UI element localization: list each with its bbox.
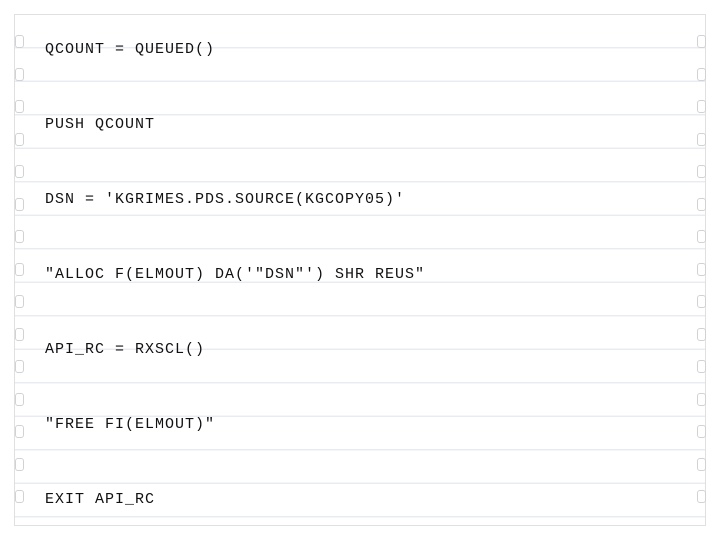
code-line: QCOUNT = QUEUED() [45,33,675,71]
code-line [45,371,675,409]
sprocket-hole [697,295,706,308]
sprocket-hole [15,35,24,48]
sprocket-hole [697,328,706,341]
sprocket-hole [697,263,706,276]
sprocket-hole [697,68,706,81]
sprocket-hole [15,393,24,406]
code-line: "ALLOC F(ELMOUT) DA('"DSN"') SHR REUS" [45,258,675,296]
sprocket-hole [15,230,24,243]
code-line: API_RC = RXSCL() [45,333,675,371]
paper-sheet: QCOUNT = QUEUED() PUSH QCOUNT DSN = 'KGR… [14,14,706,526]
sprocket-hole [697,100,706,113]
sprocket-hole [15,198,24,211]
sprocket-hole [697,490,706,503]
code-line [45,71,675,109]
code-line: PUSH QCOUNT [45,108,675,146]
code-line: "FREE FI(ELMOUT)" [45,408,675,446]
sprocket-hole [15,490,24,503]
sprocket-holes-right [694,15,708,525]
sprocket-hole [15,263,24,276]
code-block: QCOUNT = QUEUED() PUSH QCOUNT DSN = 'KGR… [45,33,675,525]
sprocket-hole [15,295,24,308]
sprocket-hole [15,100,24,113]
sprocket-hole [15,458,24,471]
code-line [45,146,675,184]
sprocket-hole [697,425,706,438]
code-line [45,446,675,484]
sprocket-hole [697,165,706,178]
sprocket-hole [15,133,24,146]
code-line: EXIT API_RC [45,483,675,521]
code-line [45,221,675,259]
sprocket-hole [697,198,706,211]
sprocket-hole [697,458,706,471]
sprocket-hole [697,360,706,373]
sprocket-hole [697,230,706,243]
sprocket-hole [15,360,24,373]
sprocket-hole [15,165,24,178]
sprocket-holes-left [12,15,26,525]
code-line [45,296,675,334]
sprocket-hole [697,393,706,406]
sprocket-hole [15,328,24,341]
sprocket-hole [15,425,24,438]
code-line: DSN = 'KGRIMES.PDS.SOURCE(KGCOPY05)' [45,183,675,221]
sprocket-hole [697,35,706,48]
sprocket-hole [15,68,24,81]
sprocket-hole [697,133,706,146]
